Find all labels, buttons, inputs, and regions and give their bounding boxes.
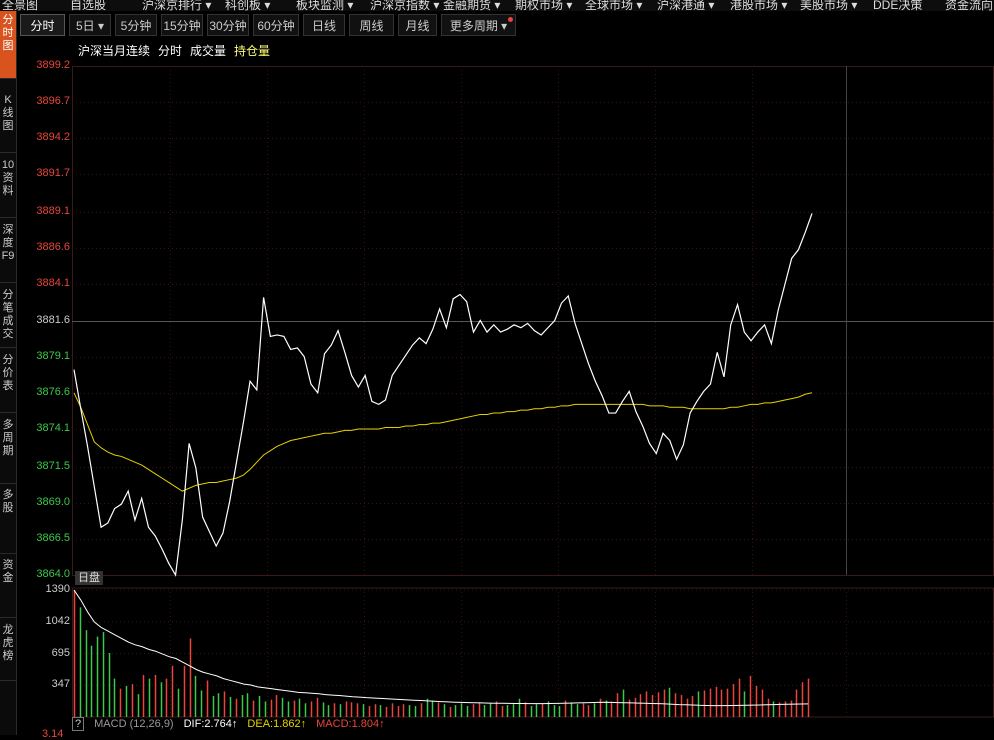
tab-8[interactable]: 月线 [398, 14, 437, 36]
tab-3[interactable]: 15分钟 [161, 14, 203, 36]
tab-1[interactable]: 5日 ▾ [69, 14, 111, 36]
price-axis-label: 3869.0 [36, 495, 70, 508]
left-sidebar: 分时图 K线图 10资料深度F9 分笔成交分价表多周期多股 资金龙虎榜 [0, 11, 17, 735]
more-periods-indicator-dot [508, 17, 513, 22]
tab-5[interactable]: 60分钟 [253, 14, 299, 36]
topnav-item-6[interactable]: 金融期货 ▾ [443, 0, 500, 11]
price-axis-label: 3871.5 [36, 459, 70, 472]
legend-volume: 成交量 [190, 44, 227, 58]
chart-legend: 沪深当月连续 分时 成交量 持仓量 [78, 42, 278, 59]
topnav-item-0[interactable]: 全景图 [2, 0, 38, 11]
price-axis-label: 3884.1 [36, 277, 70, 290]
sidebar-item-2[interactable]: 10资料 [0, 156, 16, 218]
sidebar-item-1[interactable]: K线图 [0, 91, 16, 153]
price-axis-label: 3876.6 [36, 385, 70, 398]
topnav-item-12[interactable]: DDE决策 [873, 0, 922, 11]
sidebar-item-0[interactable]: 分时图 [0, 11, 16, 79]
sidebar-item-5[interactable]: 分价表 [0, 351, 16, 413]
sidebar-item-7[interactable]: 多股 [0, 486, 16, 554]
price-axis-label: 3889.1 [36, 205, 70, 218]
tab-9[interactable]: 更多周期 ▾ [441, 14, 516, 36]
sidebar-item-9[interactable]: 龙虎榜 [0, 621, 16, 681]
topnav-item-7[interactable]: 期权市场 ▾ [515, 0, 572, 11]
price-axis-label: 3891.7 [36, 167, 70, 180]
price-axis-label: 3886.6 [36, 241, 70, 254]
price-axis-label: 3896.7 [36, 95, 70, 108]
price-line [73, 213, 813, 577]
intraday-chart[interactable] [72, 66, 994, 718]
sidebar-item-8[interactable]: 资金 [0, 556, 16, 618]
volume-panel-frame [72, 587, 994, 718]
macd-name: MACD (12,26,9) [94, 718, 174, 730]
tab-2[interactable]: 5分钟 [115, 14, 157, 36]
topnav-item-13[interactable]: 资金流向 [945, 0, 993, 11]
average-price-line [73, 392, 813, 492]
topnav-item-2[interactable]: 沪深京排行 ▾ [142, 0, 211, 11]
macd-indicator-bar: ? MACD (12,26,9) DIF:2.764↑ DEA:1.862↑ MACD:… [72, 717, 395, 735]
price-axis-label: 3866.5 [36, 531, 70, 544]
legend-open-interest: 持仓量 [234, 44, 271, 58]
price-axis-label: 3864.0 [36, 568, 70, 580]
sidebar-item-4[interactable]: 分笔成交 [0, 286, 16, 348]
topnav-item-1[interactable]: 自选股 [70, 0, 106, 11]
tab-4[interactable]: 30分钟 [207, 14, 249, 36]
price-axis-label: 3894.2 [36, 131, 70, 144]
legend-instrument-name: 沪深当月连续 [78, 44, 151, 58]
topnav-item-11[interactable]: 美股市场 ▾ [800, 0, 857, 11]
price-axis-label: 3879.1 [36, 349, 70, 362]
price-axis-label: 3899.2 [36, 59, 70, 71]
volume-axis-label: 1390 [45, 583, 70, 595]
sidebar-item-3[interactable]: 深度F9 [0, 221, 16, 283]
volume-axis-label: 695 [51, 646, 70, 659]
top-navigation-bar: 全景图 自选股 沪深京排行 ▾ 科创板 ▾ 板块监测 ▾ 沪深京指数 ▾ 金融期货 ▾ 期权市… [0, 0, 994, 11]
macd-value: MACD:1.804↑ [316, 718, 385, 730]
legend-period: 分时 [158, 44, 183, 58]
sidebar-item-6[interactable]: 多周期 [0, 416, 16, 484]
volume-axis-label: 347 [51, 678, 70, 691]
topnav-item-10[interactable]: 港股市场 ▾ [730, 0, 787, 11]
macd-help-icon[interactable]: ? [72, 717, 85, 731]
macd-axis-partial-label: 3.14 [42, 728, 64, 740]
tab-7[interactable]: 周线 [349, 14, 394, 36]
tab-0[interactable]: 分时 [20, 14, 65, 36]
price-axis-label: 3874.1 [36, 421, 70, 434]
price-axis-label: 3881.6 [36, 313, 70, 326]
topnav-item-4[interactable]: 板块监测 ▾ [296, 0, 353, 11]
topnav-item-3[interactable]: 科创板 ▾ [225, 0, 270, 11]
tab-6[interactable]: 日线 [303, 14, 345, 36]
macd-dif: DIF:2.764↑ [183, 718, 238, 730]
session-tag: 日盘 [75, 571, 103, 585]
topnav-item-9[interactable]: 沪深港通 ▾ [657, 0, 714, 11]
topnav-item-8[interactable]: 全球市场 ▾ [585, 0, 642, 11]
macd-dea: DEA:1.862↑ [247, 718, 307, 730]
topnav-item-5[interactable]: 沪深京指数 ▾ [370, 0, 439, 11]
volume-axis-label: 1042 [45, 614, 70, 627]
